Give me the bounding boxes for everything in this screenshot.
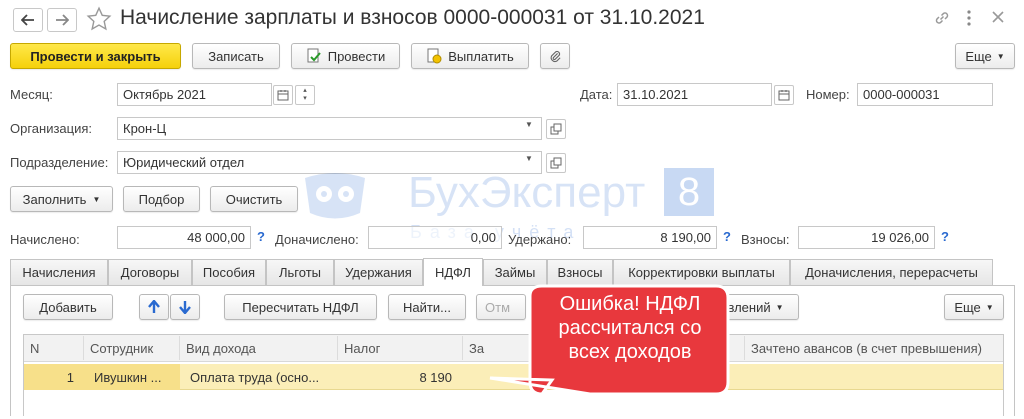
month-field[interactable]: Октябрь 2021 (117, 83, 272, 106)
recalculate-ndfl-button[interactable]: Пересчитать НДФЛ (224, 294, 377, 320)
callout-line-3: всех доходов (568, 341, 692, 363)
tab-contracts[interactable]: Договоры (108, 259, 192, 285)
pay-button[interactable]: Выплатить (411, 43, 529, 69)
cell-employee: Ивушкин ... (94, 369, 162, 385)
date-label: Дата: (580, 87, 613, 102)
organization-open-icon[interactable] (546, 119, 566, 139)
fill-button[interactable]: Заполнить ▼ (10, 186, 113, 212)
favorite-star-icon[interactable] (86, 6, 112, 35)
table-more-button[interactable]: Еще ▼ (944, 294, 1004, 320)
month-label: Месяц: (10, 87, 53, 102)
column-header-advances[interactable]: Зачтено авансов (в счет превышения) (745, 336, 1003, 360)
month-stepper[interactable]: ▴ ▾ (295, 85, 315, 105)
post-document-icon (307, 48, 321, 63)
cell-n: 1 (66, 369, 74, 385)
error-callout-text: Ошибка! НДФЛ рассчитался со всех доходов (530, 292, 730, 364)
paperclip-icon (550, 50, 561, 63)
more-menu-label: Еще (965, 48, 992, 64)
move-down-button[interactable] (170, 294, 200, 320)
back-button[interactable] (13, 8, 43, 32)
arrow-up-icon (148, 300, 160, 313)
organization-dropdown-icon[interactable]: ▼ (525, 120, 533, 129)
forward-button[interactable] (47, 8, 77, 32)
contributions-field: 19 026,00 (798, 226, 935, 249)
watermark-brand: БухЭксперт (408, 168, 646, 217)
move-up-button[interactable] (139, 294, 169, 320)
chevron-down-icon: ▼ (775, 302, 784, 312)
link-icon[interactable] (933, 9, 951, 30)
more-menu-button[interactable]: Еще ▼ (955, 43, 1015, 69)
number-field[interactable]: 0000-000031 (857, 83, 993, 106)
post-and-close-button[interactable]: Провести и закрыть (10, 43, 181, 69)
tab-deductions[interactable]: Удержания (334, 259, 423, 285)
select-button[interactable]: Подбор (123, 186, 200, 212)
attach-button[interactable] (540, 43, 570, 69)
table-more-label: Еще (954, 299, 981, 315)
column-header-tax[interactable]: Налог (338, 336, 463, 360)
accrued-label: Начислено: (10, 232, 80, 247)
chevron-down-icon: ▼ (985, 302, 994, 312)
pay-button-label: Выплатить (448, 48, 514, 64)
date-calendar-icon[interactable] (774, 85, 794, 105)
withheld-label: Удержано: (508, 232, 572, 247)
find-button[interactable]: Найти... (388, 294, 466, 320)
payment-document-icon (427, 48, 442, 64)
organization-label: Организация: (10, 121, 93, 136)
add-button[interactable]: Добавить (23, 294, 113, 320)
watermark-number: 8 (664, 168, 714, 216)
accrued-help-icon[interactable]: ? (257, 229, 265, 244)
cell-income-type: Оплата труда (осно... (190, 369, 320, 385)
tab-privileges[interactable]: Льготы (266, 259, 334, 285)
callout-line-2: рассчитался со (558, 317, 702, 339)
callout-line-1: Ошибка! НДФЛ (559, 293, 701, 315)
contributions-label: Взносы: (741, 232, 790, 247)
tab-benefits[interactable]: Пособия (192, 259, 266, 285)
arrow-left-icon (21, 14, 34, 26)
tab-ndfl[interactable]: НДФЛ (423, 258, 483, 286)
close-icon[interactable] (991, 10, 1005, 27)
date-field[interactable]: 31.10.2021 (617, 83, 772, 106)
arrow-right-icon (56, 14, 69, 26)
tab-accruals[interactable]: Начисления (10, 259, 108, 285)
withheld-field: 8 190,00 (583, 226, 717, 249)
cell-tax: 8 190 (419, 369, 452, 385)
watermark-logo (300, 168, 370, 227)
contributions-help-icon[interactable]: ? (941, 229, 949, 244)
withheld-help-icon[interactable]: ? (723, 229, 731, 244)
tab-recalculations[interactable]: Доначисления, перерасчеты (790, 259, 993, 285)
fill-button-label: Заполнить (22, 191, 87, 207)
save-button[interactable]: Записать (192, 43, 280, 69)
column-header-income-type[interactable]: Вид дохода (180, 336, 338, 360)
column-header-employee[interactable]: Сотрудник (84, 336, 180, 360)
calendar-icon[interactable] (273, 85, 293, 105)
chevron-down-icon: ▼ (996, 51, 1005, 61)
clear-button[interactable]: Очистить (210, 186, 298, 212)
extra-accrued-label: Доначислено: (275, 232, 359, 247)
organization-field[interactable]: Крон-Ц (117, 117, 542, 140)
chevron-down-icon: ▼ (92, 194, 101, 204)
arrow-down-icon (179, 301, 191, 314)
number-label: Номер: (806, 87, 850, 102)
post-button[interactable]: Провести (291, 43, 400, 69)
more-vertical-icon[interactable] (964, 8, 974, 31)
accrued-field: 48 000,00 (117, 226, 251, 249)
window-title: Начисление зарплаты и взносов 0000-00003… (120, 6, 705, 29)
department-label: Подразделение: (10, 155, 109, 170)
column-header-n[interactable]: N (24, 336, 84, 360)
department-dropdown-icon[interactable]: ▼ (525, 154, 533, 163)
post-button-label: Провести (327, 48, 386, 64)
extra-accrued-field: 0,00 (368, 226, 502, 249)
